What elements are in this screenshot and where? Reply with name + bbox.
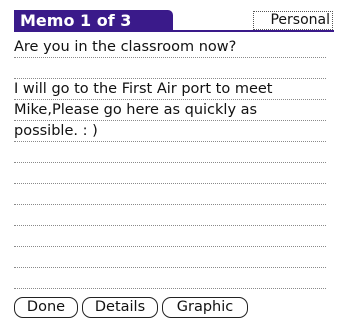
- memo-line[interactable]: [14, 183, 326, 205]
- memo-line[interactable]: Mike,Please go here as quickly as: [14, 99, 326, 121]
- memo-line[interactable]: [14, 267, 326, 289]
- memo-screen: Memo 1 of 3 Personal Are you in the clas…: [0, 0, 339, 324]
- memo-line[interactable]: [14, 204, 326, 226]
- title-bar: Memo 1 of 3 Personal: [14, 10, 334, 32]
- memo-title: Memo 1 of 3: [14, 10, 173, 32]
- details-button[interactable]: Details: [82, 297, 158, 318]
- memo-text-area[interactable]: Are you in the classroom now? I will go …: [14, 36, 326, 289]
- memo-line[interactable]: [14, 57, 326, 79]
- memo-line[interactable]: Are you in the classroom now?: [14, 36, 326, 58]
- memo-line[interactable]: [14, 141, 326, 163]
- memo-line[interactable]: [14, 225, 326, 247]
- memo-line[interactable]: [14, 246, 326, 268]
- memo-line[interactable]: I will go to the First Air port to meet: [14, 78, 326, 100]
- memo-line[interactable]: possible. : ): [14, 120, 326, 142]
- done-button[interactable]: Done: [14, 297, 78, 318]
- category-selector[interactable]: Personal: [253, 11, 333, 30]
- memo-line[interactable]: [14, 162, 326, 184]
- graphic-button[interactable]: Graphic: [162, 297, 248, 318]
